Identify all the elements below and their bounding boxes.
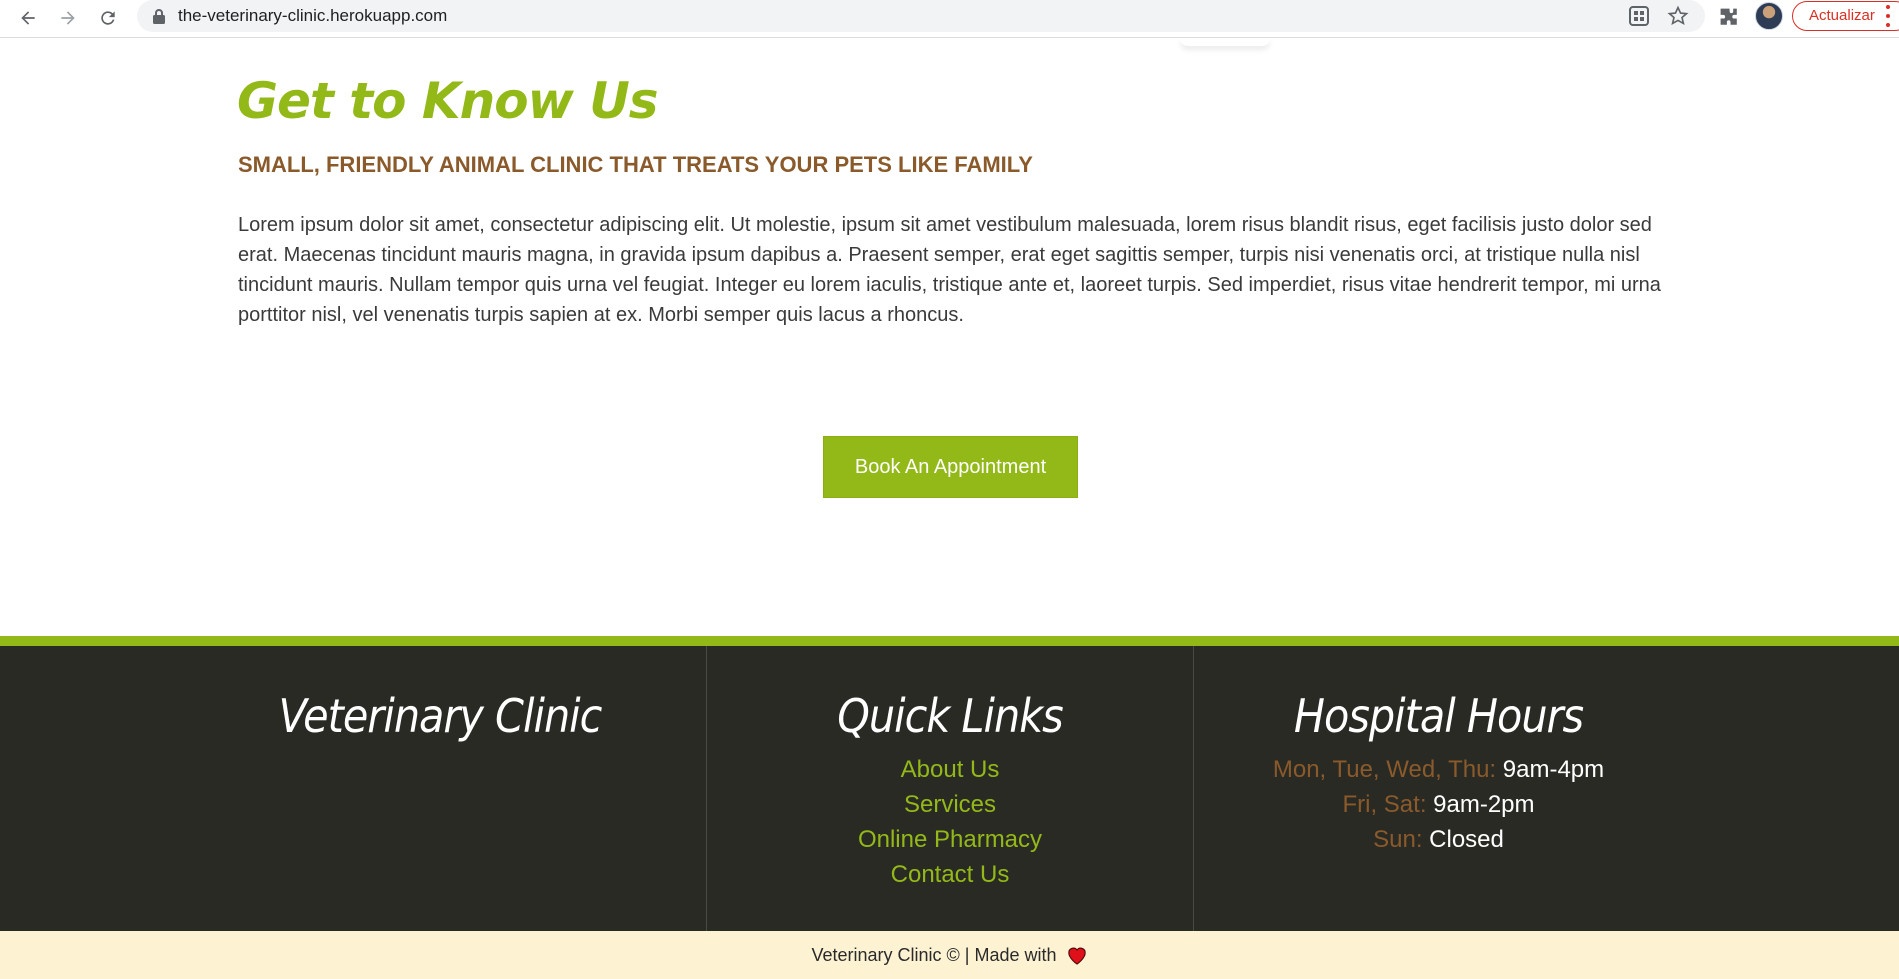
footer-brand-column: Veterinary Clinic xyxy=(175,646,705,931)
hours-time: Closed xyxy=(1429,826,1504,853)
book-appointment-button[interactable]: Book An Appointment xyxy=(823,436,1078,498)
browser-toolbar: the-veterinary-clinic.herokuapp.com Actu… xyxy=(0,0,1899,38)
qr-code-icon[interactable] xyxy=(1628,5,1650,27)
heart-icon xyxy=(1067,947,1086,965)
footer-hours-column: Hospital Hours Mon, Tue, Wed, Thu: 9am-4… xyxy=(1193,646,1683,931)
hours-time: 9am-2pm xyxy=(1433,791,1535,818)
reload-icon xyxy=(101,11,115,25)
footer-quick-links-column: Quick Links About Us Services Online Pha… xyxy=(706,646,1193,931)
forward-icon xyxy=(61,11,75,25)
url-text[interactable]: the-veterinary-clinic.herokuapp.com xyxy=(178,6,447,26)
header-shadow xyxy=(1180,38,1270,46)
footer-link-services[interactable]: Services xyxy=(904,791,996,818)
hours-time: 9am-4pm xyxy=(1502,756,1605,783)
more-menu-icon[interactable] xyxy=(1883,5,1893,27)
star-icon[interactable] xyxy=(1667,5,1689,27)
hours-day: Sun: xyxy=(1373,826,1423,853)
reload-button[interactable] xyxy=(93,3,123,33)
extensions-icon[interactable] xyxy=(1717,5,1741,29)
back-button[interactable] xyxy=(13,3,43,33)
copyright-text: Veterinary Clinic © | Made with xyxy=(811,945,1057,965)
hours-day: Mon, Tue, Wed, Thu: xyxy=(1272,756,1497,783)
hours-row: Mon, Tue, Wed, Thu: 9am-4pm xyxy=(1194,752,1683,787)
footer-accent-bar xyxy=(0,636,1899,646)
footer-link-about-us[interactable]: About Us xyxy=(901,756,1000,783)
hospital-hours-heading: Hospital Hours xyxy=(1293,689,1584,743)
back-icon xyxy=(21,11,35,25)
lock-icon[interactable] xyxy=(152,8,166,24)
footer: Veterinary Clinic Quick Links About Us S… xyxy=(0,646,1899,931)
page-title: Get to Know Us xyxy=(237,72,659,130)
footer-brand: Veterinary Clinic xyxy=(278,689,603,743)
hours-list: Mon, Tue, Wed, Thu: 9am-4pm Fri, Sat: 9a… xyxy=(1194,752,1683,857)
hours-day: Fri, Sat: xyxy=(1342,791,1427,818)
page-subtitle: SMALL, FRIENDLY ANIMAL CLINIC THAT TREAT… xyxy=(238,152,1033,177)
hours-row: Fri, Sat: 9am-2pm xyxy=(1194,787,1683,822)
footer-link-contact-us[interactable]: Contact Us xyxy=(891,861,1010,888)
quick-links-list: About Us Services Online Pharmacy Contac… xyxy=(707,752,1193,892)
forward-button[interactable] xyxy=(53,3,83,33)
copyright-bar: Veterinary Clinic © | Made with xyxy=(0,931,1899,979)
address-bar[interactable]: the-veterinary-clinic.herokuapp.com xyxy=(137,0,1705,32)
footer-link-online-pharmacy[interactable]: Online Pharmacy xyxy=(858,826,1042,853)
about-paragraph: Lorem ipsum dolor sit amet, consectetur … xyxy=(238,214,1661,326)
quick-links-heading: Quick Links xyxy=(837,689,1063,743)
hours-row: Sun: Closed xyxy=(1194,822,1683,857)
profile-avatar[interactable] xyxy=(1755,2,1783,30)
